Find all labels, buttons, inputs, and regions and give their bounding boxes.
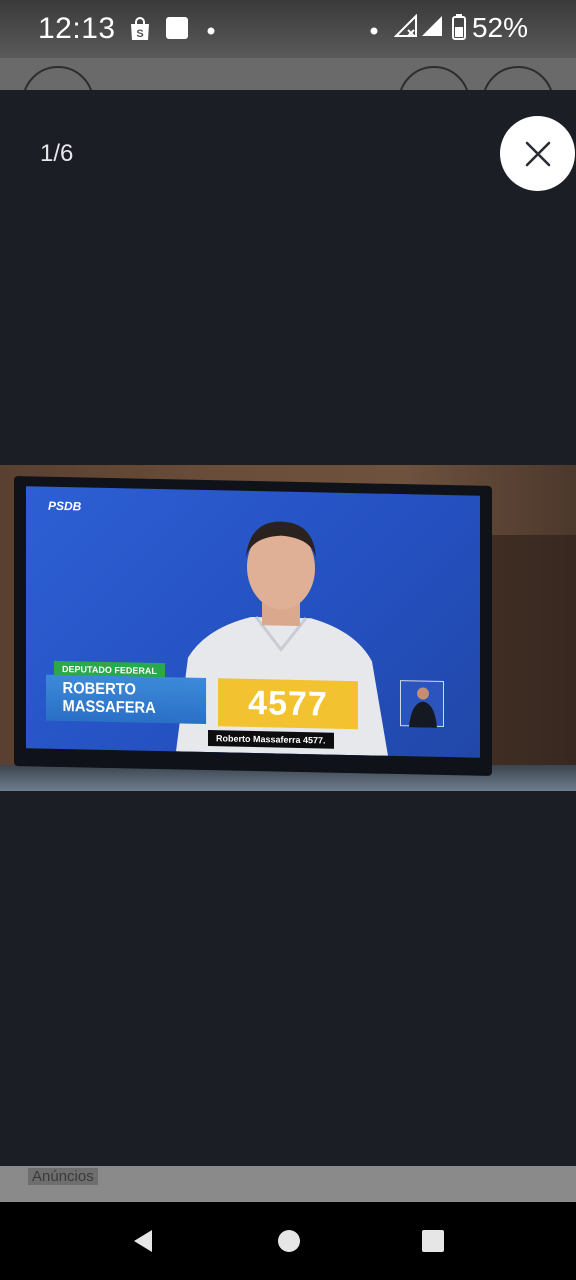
background-button [398,66,470,92]
no-signal-icon [393,13,418,43]
signal-icon [420,14,444,43]
sign-language-interpreter [400,680,444,728]
ad-strip: Anúncios [0,1166,576,1202]
image-viewer: 1/6 PSDB DEPUTADO FEDERAL ROBERTO MASSAF… [0,90,576,1166]
svg-text:S: S [136,28,143,40]
photo-image[interactable]: PSDB DEPUTADO FEDERAL ROBERTO MASSAFERA … [0,465,576,791]
home-icon[interactable] [276,1228,302,1254]
battery-icon [452,14,466,45]
candidate-name: ROBERTO MASSAFERA [62,680,156,717]
candidate-name-box: ROBERTO MASSAFERA [46,674,207,725]
background-button [22,66,94,92]
candidate-number-box: 4577 [218,678,358,730]
back-icon[interactable] [130,1228,156,1254]
dot-icon [370,22,378,40]
shopping-bag-icon: S [128,16,152,47]
close-icon [525,141,550,166]
tv-screen: PSDB DEPUTADO FEDERAL ROBERTO MASSAFERA … [26,486,480,758]
navigation-bar [0,1202,576,1280]
ad-label[interactable]: Anúncios [28,1168,98,1185]
status-bar: 12:13 S 52% [0,0,576,58]
close-button[interactable] [500,116,575,191]
tv-caption: Roberto Massaferra 4577. [208,730,334,749]
tv-shadow [480,535,576,775]
party-logo: PSDB [48,498,82,514]
background-button [482,66,554,92]
battery-percent: 52% [471,12,528,43]
image-counter: 1/6 [40,140,74,167]
candidate-number: 4577 [248,683,328,724]
tv-frame: PSDB DEPUTADO FEDERAL ROBERTO MASSAFERA … [14,475,492,777]
recents-icon[interactable] [420,1228,446,1254]
square-icon [165,16,189,45]
status-time: 12:13 [38,12,116,45]
background-app-header [0,58,576,92]
dot-icon [207,22,215,40]
